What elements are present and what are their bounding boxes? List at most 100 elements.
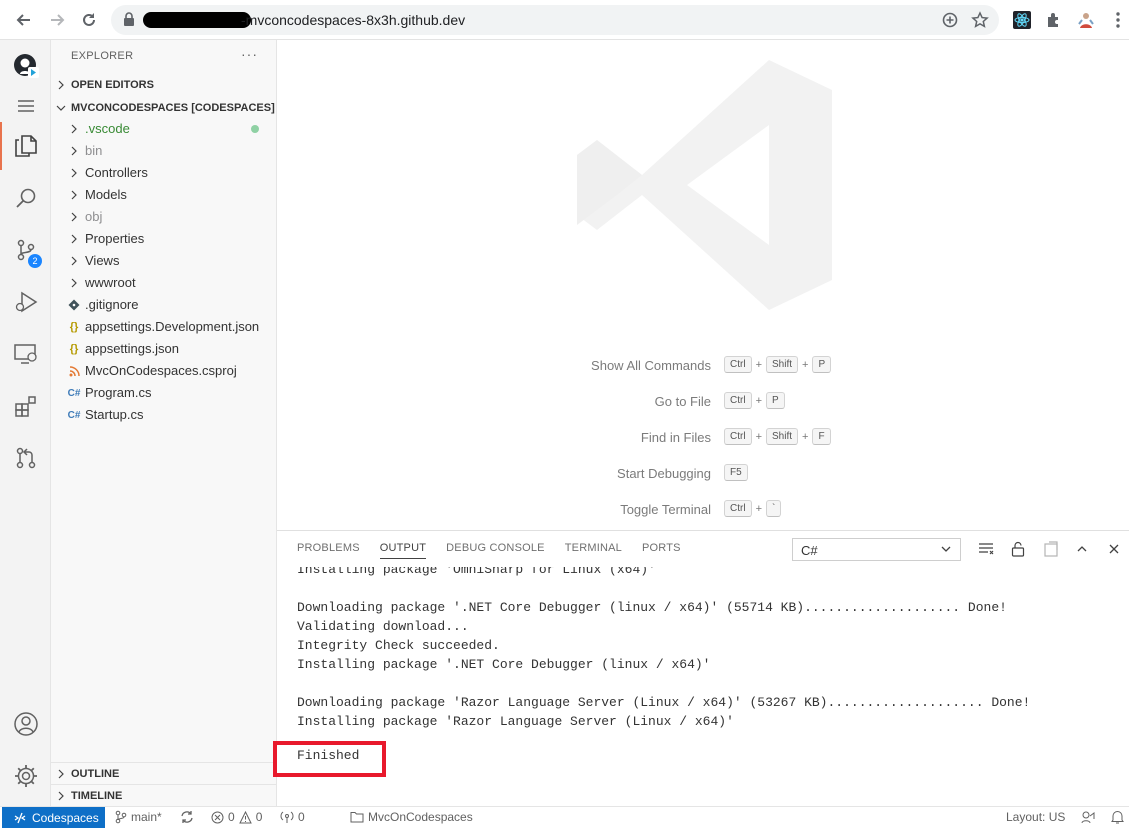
tree-file[interactable]: .gitignore: [51, 294, 277, 316]
timeline-label: TIMELINE: [71, 789, 123, 802]
tree-item-label: .vscode: [85, 121, 130, 136]
lock-icon: [123, 12, 135, 29]
tree-file[interactable]: {} appsettings.Development.json: [51, 316, 277, 338]
output-channel-select[interactable]: C#: [792, 538, 961, 561]
tree-file[interactable]: C# Startup.cs: [51, 404, 277, 426]
more-actions-button[interactable]: ···: [241, 46, 258, 62]
tree-folder[interactable]: Controllers: [51, 162, 277, 184]
plus-sign: +: [755, 358, 762, 371]
git-branch-icon: [115, 810, 127, 824]
branch-indicator[interactable]: main*: [115, 810, 162, 824]
csharp-file-icon: C#: [67, 409, 81, 421]
output-line: Downloading package '.NET Core Debugger …: [297, 600, 1007, 615]
keycap: F5: [724, 464, 748, 481]
notifications-bell-icon[interactable]: [1111, 810, 1124, 824]
tree-folder[interactable]: wwwroot: [51, 272, 277, 294]
broadcast-icon: [280, 811, 294, 823]
modified-dot: [251, 125, 259, 133]
extensions-icon[interactable]: [0, 382, 51, 430]
sidebar-title: EXPLORER: [71, 50, 134, 62]
tab-problems[interactable]: PROBLEMS: [297, 542, 360, 559]
csharp-file-icon: C#: [67, 387, 81, 399]
output-line: Installing package 'Razor Language Serve…: [297, 714, 734, 729]
tab-ports[interactable]: PORTS: [642, 542, 681, 559]
back-icon[interactable]: [13, 9, 35, 31]
remote-indicator[interactable]: Codespaces: [2, 807, 105, 828]
extensions-puzzle-icon[interactable]: [1043, 9, 1065, 31]
accounts-icon[interactable]: [0, 700, 51, 748]
sync-icon[interactable]: [180, 810, 194, 824]
shortcut-label[interactable]: Start Debugging: [617, 466, 711, 481]
keyboard-layout-indicator[interactable]: Layout: US: [1006, 810, 1065, 824]
chevron-right-icon: [69, 254, 79, 269]
tree-folder[interactable]: Views: [51, 250, 277, 272]
clear-output-icon[interactable]: [975, 539, 997, 559]
chevron-right-icon: [69, 122, 79, 137]
output-line: Validating download...: [297, 619, 469, 634]
branch-label: main*: [131, 810, 162, 824]
plus-sign: +: [755, 430, 762, 443]
tree-file[interactable]: C# Program.cs: [51, 382, 277, 404]
shortcut-row: Start Debugging F5: [277, 464, 1129, 484]
tab-output[interactable]: OUTPUT: [379, 542, 427, 559]
explorer-files-icon[interactable]: [0, 122, 51, 170]
keycap: F: [812, 428, 831, 445]
chevron-right-icon: [69, 144, 79, 159]
reload-icon[interactable]: [78, 9, 100, 31]
tree-file[interactable]: MvcOnCodespaces.csproj: [51, 360, 277, 382]
run-debug-icon[interactable]: [0, 278, 51, 326]
tree-folder[interactable]: bin: [51, 140, 277, 162]
chevron-down-icon: [940, 543, 952, 558]
outline-section[interactable]: OUTLINE: [51, 762, 277, 784]
browser-menu-icon[interactable]: [1107, 9, 1129, 31]
plus-sign: +: [802, 358, 809, 371]
ports-indicator[interactable]: 0: [280, 810, 305, 824]
workspace-section[interactable]: MVCONCODESPACES [CODESPACES]: [51, 97, 277, 119]
close-panel-icon[interactable]: [1103, 539, 1125, 559]
tree-file[interactable]: {} appsettings.json: [51, 338, 277, 360]
shortcut-label[interactable]: Toggle Terminal: [620, 502, 711, 517]
bookmark-star-icon[interactable]: [971, 11, 989, 32]
keycap: P: [812, 356, 832, 373]
problems-indicator[interactable]: 0 0: [211, 810, 262, 824]
shortcut-label[interactable]: Go to File: [655, 394, 711, 409]
open-in-editor-icon[interactable]: [1040, 539, 1062, 559]
lock-scroll-icon[interactable]: [1007, 539, 1029, 559]
tab-terminal[interactable]: TERMINAL: [565, 542, 622, 559]
feedback-icon[interactable]: [1081, 810, 1095, 824]
folder-icon: [350, 812, 364, 823]
open-editors-section[interactable]: OPEN EDITORS: [51, 74, 277, 96]
forward-icon[interactable]: [46, 9, 68, 31]
pull-requests-icon[interactable]: [0, 434, 51, 482]
vscode-watermark-logo: [577, 60, 832, 310]
tree-item-label: appsettings.json: [85, 341, 179, 356]
tree-folder[interactable]: obj: [51, 206, 277, 228]
shortcut-row: Show All Commands Ctrl + Shift + P: [277, 356, 1129, 376]
search-icon[interactable]: [0, 174, 51, 222]
chevron-right-icon: [69, 276, 79, 291]
outline-label: OUTLINE: [71, 767, 120, 780]
chevron-down-icon: [51, 103, 71, 113]
source-control-icon[interactable]: 2: [0, 226, 51, 274]
json-file-icon: {}: [69, 321, 79, 333]
chevron-right-icon: [51, 769, 71, 779]
shortcut-label[interactable]: Find in Files: [641, 430, 711, 445]
address-bar[interactable]: -mvconcodespaces-8x3h.github.dev: [111, 5, 999, 35]
tree-folder[interactable]: Models: [51, 184, 277, 206]
zoom-plus-icon[interactable]: [941, 11, 959, 32]
warning-icon: [238, 810, 252, 823]
project-indicator[interactable]: MvcOnCodespaces: [350, 810, 473, 824]
tree-folder[interactable]: Properties: [51, 228, 277, 250]
timeline-section[interactable]: TIMELINE: [51, 784, 277, 806]
remote-explorer-icon[interactable]: [0, 330, 51, 378]
tree-item-label: Program.cs: [85, 385, 152, 400]
plus-sign: +: [755, 502, 762, 515]
tree-item-label: MvcOnCodespaces.csproj: [85, 363, 237, 378]
shortcut-label[interactable]: Show All Commands: [591, 358, 711, 373]
tree-folder[interactable]: .vscode: [51, 118, 277, 140]
maximize-panel-icon[interactable]: [1071, 539, 1093, 559]
profile-avatar-icon[interactable]: [1075, 9, 1097, 31]
tab-debug-console[interactable]: DEBUG CONSOLE: [446, 542, 545, 559]
settings-gear-icon[interactable]: [0, 752, 51, 800]
react-devtools-icon[interactable]: [1011, 9, 1033, 31]
